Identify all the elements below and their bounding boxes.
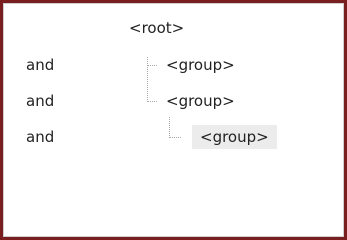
tree-node-group[interactable]: <group> [158, 89, 243, 113]
tree-row-root: <root> [4, 16, 343, 40]
tree-view: <root> and <group> and <group> and <grou… [3, 3, 344, 237]
operator-label: and [26, 92, 55, 110]
tree-node-group-selected[interactable]: <group> [192, 125, 277, 149]
condition-tree-panel: <root> and <group> and <group> and <grou… [0, 0, 347, 240]
tree-row: and <group> [4, 125, 343, 149]
operator-label: and [26, 56, 55, 74]
tree-node-group[interactable]: <group> [158, 53, 243, 77]
operator-label: and [26, 128, 55, 146]
tree-node-root[interactable]: <root> [121, 16, 192, 40]
tree-row: and <group> [4, 53, 343, 77]
tree-row: and <group> [4, 89, 343, 113]
